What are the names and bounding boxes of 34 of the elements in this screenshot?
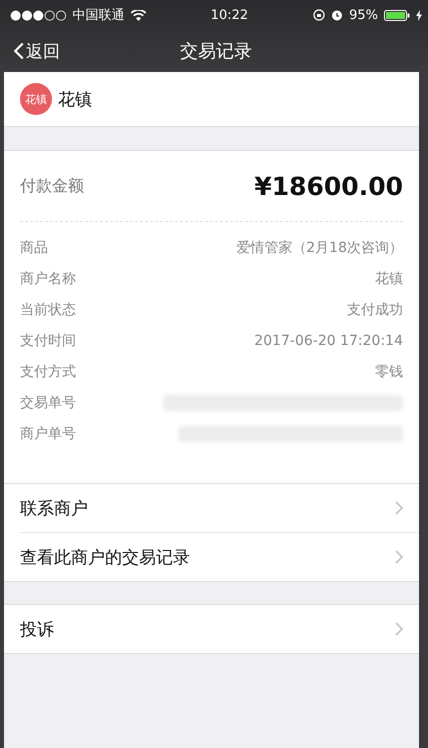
chevron-right-icon bbox=[395, 622, 403, 636]
merchant-name: 花镇 bbox=[58, 88, 92, 110]
detail-label: 当前状态 bbox=[20, 300, 76, 318]
alarm-icon bbox=[331, 9, 344, 21]
merchant-logo: 花镇 bbox=[20, 83, 52, 115]
detail-value: 花镇 bbox=[375, 270, 403, 288]
clock-time: 10:22 bbox=[210, 8, 248, 22]
back-icon bbox=[14, 42, 24, 60]
rotation-lock-icon bbox=[313, 9, 326, 21]
detail-label: 商品 bbox=[20, 238, 48, 256]
amount-label: 付款金额 bbox=[20, 176, 84, 196]
page-title: 交易记录 bbox=[179, 40, 253, 63]
chevron-right-icon bbox=[395, 550, 403, 564]
detail-value: 2017-06-20 17:20:14 bbox=[254, 332, 403, 348]
menu-item[interactable]: 查看此商户的交易记录 bbox=[20, 532, 419, 581]
carrier-name: 中国联通 bbox=[72, 7, 125, 24]
detail-label: 交易单号 bbox=[20, 394, 76, 412]
menu-item[interactable]: 联系商户 bbox=[4, 484, 419, 532]
detail-value: 爱情管家（2月18次咨询） bbox=[236, 238, 403, 256]
battery-percent: 95% bbox=[349, 8, 378, 22]
detail-label: 支付方式 bbox=[20, 362, 76, 380]
detail-label: 商户名称 bbox=[20, 270, 76, 288]
detail-value: 零钱 bbox=[375, 362, 403, 380]
detail-value: 支付成功 bbox=[347, 300, 403, 318]
wifi-icon bbox=[130, 10, 146, 20]
signal-dots: ●●●○○ bbox=[10, 8, 67, 22]
back-button[interactable]: 返回 bbox=[10, 40, 64, 62]
charging-icon bbox=[416, 10, 422, 20]
amount-value: ¥18600.00 bbox=[254, 172, 403, 200]
menu-item[interactable]: 投诉 bbox=[4, 605, 419, 653]
detail-label: 商户单号 bbox=[20, 424, 76, 442]
battery-icon bbox=[384, 10, 410, 20]
chevron-right-icon bbox=[395, 501, 403, 515]
detail-label: 支付时间 bbox=[20, 332, 76, 350]
